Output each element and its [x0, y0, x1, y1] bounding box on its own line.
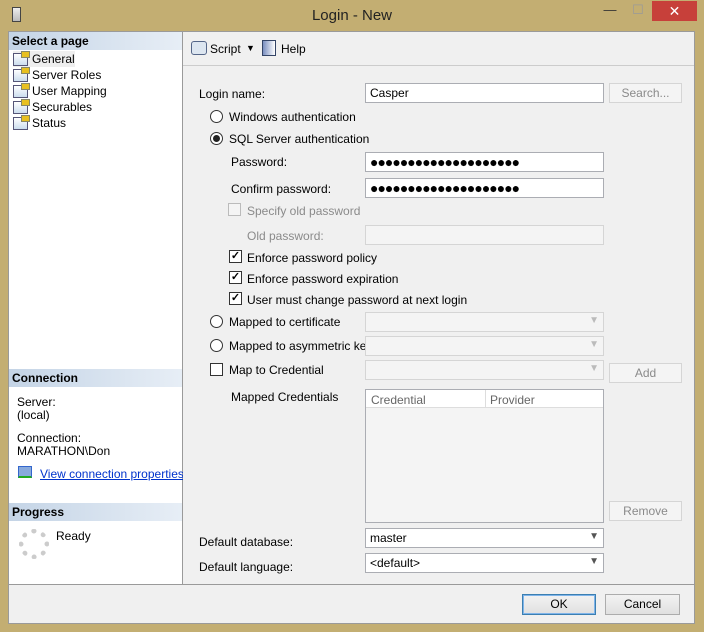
- mapped-credentials-label: Mapped Credentials: [231, 390, 339, 404]
- minimize-button[interactable]: —: [596, 2, 624, 22]
- default-database-label: Default database:: [199, 535, 294, 549]
- chevron-down-icon: ▼: [589, 531, 599, 542]
- chevron-down-icon: ▼: [589, 339, 599, 350]
- page-label: Server Roles: [32, 68, 102, 82]
- progress-header: Progress: [9, 503, 182, 521]
- mapped-asymmetric-key-label: Mapped to asymmetric key: [229, 339, 373, 353]
- page-server-roles[interactable]: Server Roles: [13, 66, 102, 83]
- map-credential-checkbox[interactable]: [210, 363, 223, 376]
- default-language-select[interactable]: <default> ▼: [365, 553, 604, 573]
- old-password-input[interactable]: [365, 225, 604, 245]
- specify-old-password-checkbox[interactable]: [228, 203, 241, 216]
- must-change-checkbox[interactable]: ✓: [229, 292, 242, 305]
- page-user-mapping[interactable]: User Mapping: [13, 82, 107, 99]
- maximize-button[interactable]: ☐: [624, 2, 652, 22]
- mapped-certificate-radio[interactable]: [210, 315, 223, 328]
- enforce-policy-label: Enforce password policy: [247, 251, 378, 265]
- enforce-expiration-checkbox[interactable]: ✓: [229, 271, 242, 284]
- script-button[interactable]: Script: [210, 42, 241, 56]
- enforce-policy-checkbox[interactable]: ✓: [229, 250, 242, 263]
- script-icon: [191, 41, 207, 55]
- page-label: Securables: [32, 100, 93, 114]
- old-password-label: Old password:: [247, 229, 324, 243]
- password-input[interactable]: ●●●●●●●●●●●●●●●●●●●●: [365, 152, 604, 172]
- page-icon: [13, 98, 30, 114]
- connection-properties-icon: [18, 466, 32, 478]
- windows-auth-label: Windows authentication: [229, 110, 356, 124]
- right-panel: Script ▼ Help Login name: Casper Search.…: [183, 31, 695, 585]
- confirm-password-label: Confirm password:: [231, 182, 332, 196]
- cancel-button[interactable]: Cancel: [605, 594, 680, 615]
- chevron-down-icon: ▼: [589, 315, 599, 326]
- default-language-value: <default>: [370, 556, 421, 570]
- remove-button[interactable]: Remove: [609, 501, 682, 521]
- windows-auth-radio[interactable]: [210, 110, 223, 123]
- map-credential-label: Map to Credential: [229, 363, 324, 377]
- connection-value: MARATHON\Don: [17, 444, 111, 458]
- view-connection-properties-link[interactable]: View connection properties: [40, 467, 184, 481]
- enforce-expiration-label: Enforce password expiration: [247, 272, 399, 286]
- mapped-asymmetric-key-radio[interactable]: [210, 339, 223, 352]
- close-button[interactable]: ✕: [652, 1, 697, 21]
- title-bar[interactable]: Login - New — ☐ ✕: [0, 0, 704, 31]
- ok-button[interactable]: OK: [522, 594, 596, 615]
- connection-label: Connection:: [17, 431, 82, 445]
- add-button[interactable]: Add: [609, 363, 682, 383]
- default-database-select[interactable]: master ▼: [365, 528, 604, 548]
- password-label: Password:: [231, 155, 288, 169]
- column-header-credential[interactable]: Credential: [371, 393, 426, 407]
- page-status[interactable]: Status: [13, 114, 67, 131]
- server-label: Server:: [17, 395, 56, 409]
- page-securables[interactable]: Securables: [13, 98, 93, 115]
- progress-status: Ready: [56, 529, 91, 543]
- page-icon: [13, 50, 30, 66]
- login-name-label: Login name:: [199, 87, 266, 101]
- sql-auth-radio[interactable]: [210, 132, 223, 145]
- certificate-select[interactable]: ▼: [365, 312, 604, 332]
- mapped-certificate-label: Mapped to certificate: [229, 315, 341, 329]
- progress-spinner-icon: [19, 529, 49, 559]
- default-database-value: master: [370, 531, 407, 545]
- search-button[interactable]: Search...: [609, 83, 682, 103]
- chevron-down-icon: ▼: [589, 363, 599, 374]
- credential-select[interactable]: ▼: [365, 360, 604, 380]
- toolbar: Script ▼ Help: [183, 32, 694, 66]
- page-icon: [13, 82, 30, 98]
- help-icon: [262, 40, 276, 56]
- page-label: Status: [32, 116, 67, 130]
- connection-header: Connection: [9, 369, 182, 387]
- help-button[interactable]: Help: [281, 42, 306, 56]
- button-bar: OK Cancel: [8, 585, 695, 624]
- page-label: General: [32, 52, 75, 66]
- login-name-input[interactable]: Casper: [365, 83, 604, 103]
- must-change-label: User must change password at next login: [247, 293, 468, 307]
- page-general[interactable]: General: [13, 50, 75, 67]
- default-language-label: Default language:: [199, 560, 294, 574]
- mapped-credentials-grid[interactable]: Credential Provider: [365, 389, 604, 523]
- left-panel: Select a page General Server Roles User …: [8, 31, 184, 585]
- page-icon: [13, 114, 30, 130]
- confirm-password-input[interactable]: ●●●●●●●●●●●●●●●●●●●●: [365, 178, 604, 198]
- specify-old-password-label: Specify old password: [247, 204, 361, 218]
- page-icon: [13, 66, 30, 82]
- select-page-header: Select a page: [9, 32, 182, 50]
- chevron-down-icon: ▼: [589, 556, 599, 567]
- column-header-provider[interactable]: Provider: [490, 393, 535, 407]
- script-dropdown-icon[interactable]: ▼: [246, 43, 255, 53]
- page-label: User Mapping: [32, 84, 107, 98]
- server-value: (local): [17, 408, 50, 422]
- sql-auth-label: SQL Server authentication: [229, 132, 370, 146]
- asymmetric-key-select[interactable]: ▼: [365, 336, 604, 356]
